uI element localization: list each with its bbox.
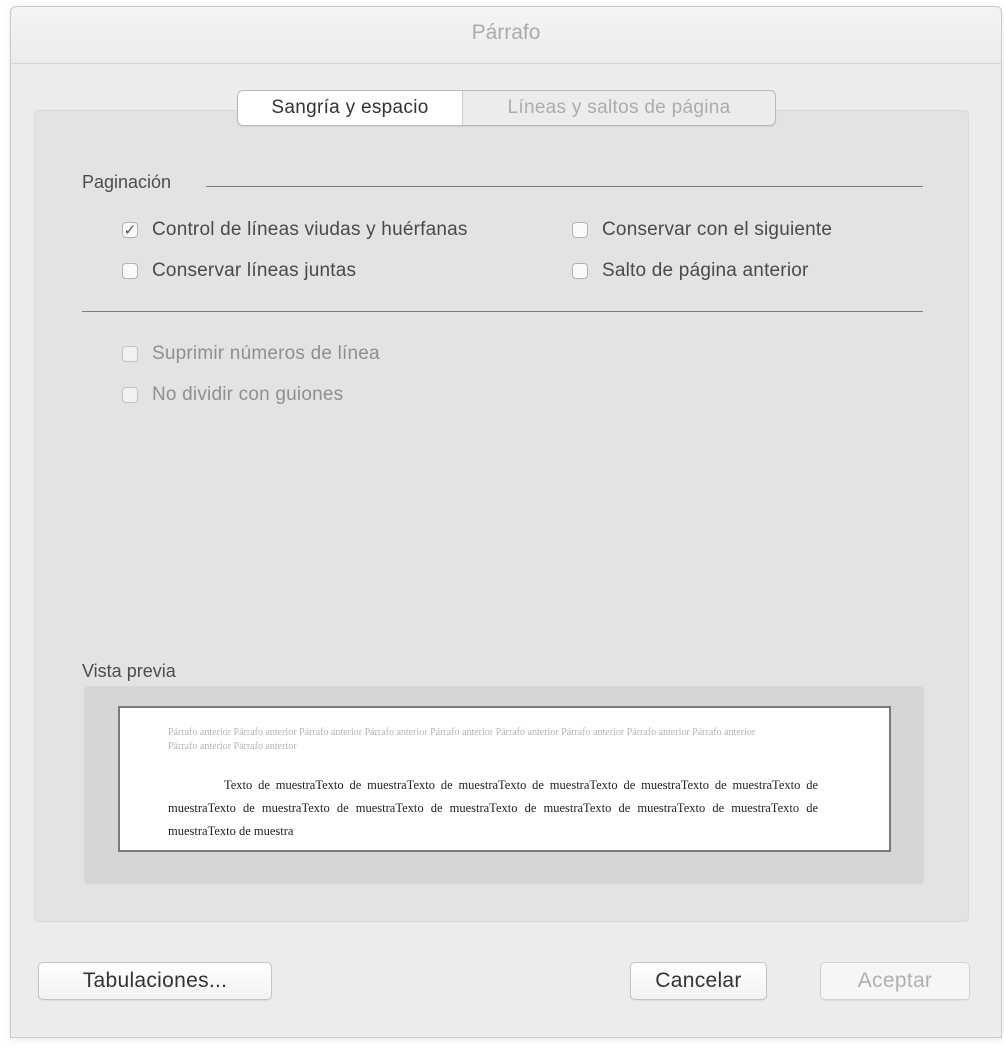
keep-with-next-label: Conservar con el siguiente — [602, 219, 833, 240]
tab-line-page-breaks[interactable]: Líneas y saltos de página — [463, 91, 775, 125]
checkbox-box[interactable] — [122, 387, 138, 403]
suppress-line-numbers-checkbox[interactable]: Suprimir números de línea — [122, 343, 380, 365]
checkbox-box[interactable] — [122, 346, 138, 362]
checkbox-box[interactable] — [122, 263, 138, 279]
ok-button[interactable]: Aceptar — [820, 962, 970, 1000]
preview-heading: Vista previa — [82, 661, 176, 681]
keep-lines-together-label: Conservar líneas juntas — [152, 260, 357, 281]
widow-orphan-control-label: Control de líneas viudas y huérfanas — [152, 219, 468, 240]
title-bar[interactable]: Párrafo — [11, 7, 1001, 64]
checkbox-box[interactable] — [572, 222, 588, 238]
preview-page: Párrafo anterior Párrafo anterior Párraf… — [118, 706, 891, 852]
cancel-button[interactable]: Cancelar — [630, 962, 767, 1000]
window-title: Párrafo — [471, 21, 541, 44]
checkbox-box[interactable]: ✓ — [122, 222, 138, 238]
pagination-heading: Paginación — [82, 172, 172, 192]
pagination-divider — [206, 186, 923, 187]
dont-hyphenate-label: No dividir con guiones — [152, 384, 344, 405]
tab-indents-spacing[interactable]: Sangría y espacio — [238, 91, 463, 125]
tabs-button[interactable]: Tabulaciones... — [38, 962, 272, 1000]
sample-paragraph-text: Texto de muestraTexto de muestraTexto de… — [168, 778, 818, 838]
widow-orphan-control-checkbox[interactable]: ✓ Control de líneas viudas y huérfanas — [122, 219, 468, 241]
keep-lines-together-checkbox[interactable]: Conservar líneas juntas — [122, 260, 356, 282]
checkmark-icon: ✓ — [123, 221, 137, 239]
suppress-line-numbers-label: Suprimir números de línea — [152, 343, 380, 364]
tab-bar: Sangría y espacio Líneas y saltos de pág… — [237, 90, 776, 126]
checkbox-box[interactable] — [572, 263, 588, 279]
dont-hyphenate-checkbox[interactable]: No dividir con guiones — [122, 384, 343, 406]
page-break-before-label: Salto de página anterior — [602, 260, 809, 281]
keep-with-next-checkbox[interactable]: Conservar con el siguiente — [572, 219, 832, 241]
options-divider — [82, 311, 923, 312]
previous-paragraph-text: Párrafo anterior Párrafo anterior Párraf… — [168, 727, 756, 752]
page-break-before-checkbox[interactable]: Salto de página anterior — [572, 260, 809, 282]
